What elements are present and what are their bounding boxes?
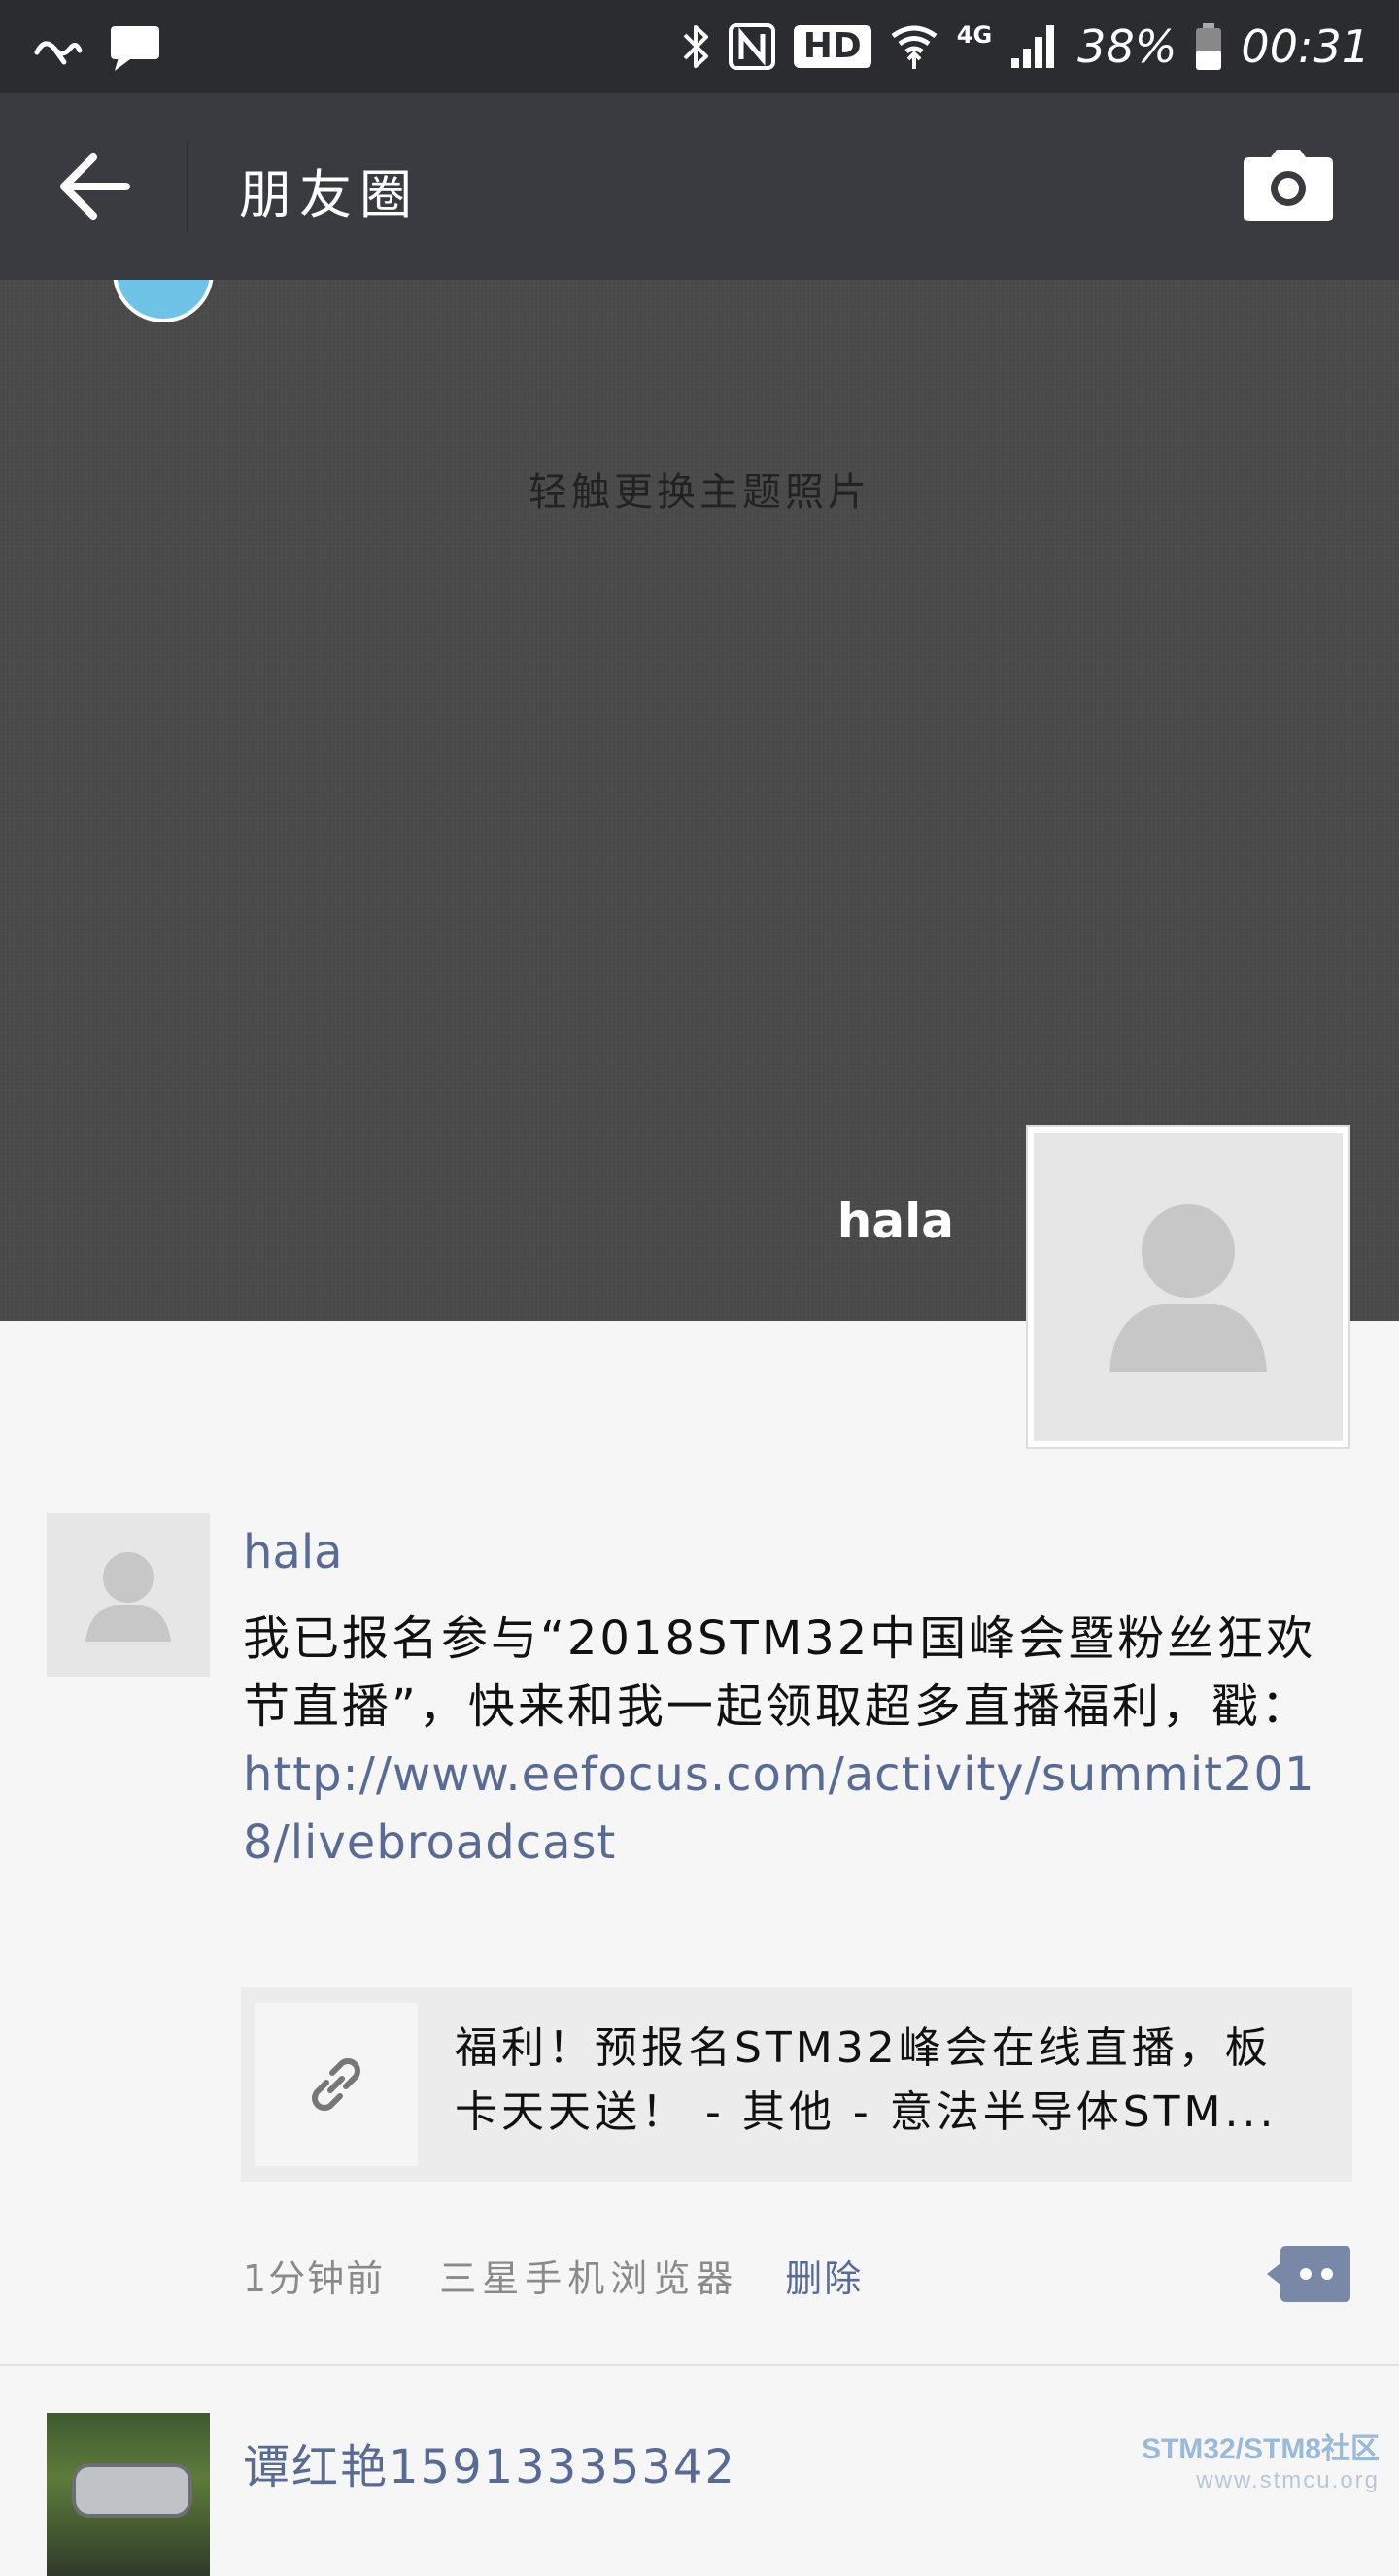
battery-percent: 38% [1077,20,1177,73]
delete-button[interactable]: 删除 [785,2249,863,2302]
post-meta: 1分钟前 三星手机浏览器 删除 [243,2246,863,2304]
link-card-title: 福利！预报名STM32峰会在线直播，板卡天天送！ - 其他 - 意法半导体STM… [455,2023,1278,2137]
infinity-link-icon [33,31,84,66]
back-button[interactable] [56,152,134,221]
wifi-icon [889,22,939,71]
message-icon [109,24,161,73]
post-text: 我已报名参与“2018STM32中国峰会暨粉丝狂欢节直播”，快来和我一起领取超多… [243,1611,1316,1734]
network-type: 4G [956,21,993,49]
default-avatar-icon [85,1552,171,1642]
default-avatar-icon [1034,1133,1343,1441]
shared-link-card[interactable]: 福利！预报名STM32峰会在线直播，板卡天天送！ - 其他 - 意法半导体STM… [241,1987,1352,2182]
post-content: 我已报名参与“2018STM32中国峰会暨粉丝狂欢节直播”，快来和我一起领取超多… [243,1605,1350,1877]
link-icon [312,2058,360,2111]
watermark-url: www.stmcu.org [1196,2467,1380,2493]
nfc-icon [728,22,776,71]
comment-button[interactable] [1265,2244,1352,2304]
post-author-avatar[interactable] [47,1513,210,1677]
avatar-photo [72,2463,192,2518]
clock: 00:31 [1241,20,1370,73]
post-separator [0,2364,1399,2366]
watermark: STM32/STM8社区 www.stmcu.org [1142,2424,1380,2494]
title-divider [187,140,188,233]
watermark-title: STM32/STM8社区 [1141,2433,1380,2465]
post-author-name[interactable]: hala [243,1525,343,1579]
next-post-avatar[interactable] [47,2413,210,2576]
profile-avatar[interactable] [1026,1125,1350,1449]
battery-icon [1194,21,1223,72]
hd-badge: HD [793,25,871,68]
comment-icon [1267,2246,1350,2302]
post-source[interactable]: 三星手机浏览器 [439,2249,738,2302]
signal-icon [1009,23,1060,70]
bluetooth-icon [681,21,710,72]
camera-button[interactable] [1242,148,1335,225]
page-title: 朋友圈 [239,164,420,225]
post-time: 1分钟前 [243,2256,386,2300]
link-thumbnail [255,2003,418,2166]
refresh-indicator-icon [113,280,214,322]
cover-hint: 轻触更换主题照片 [529,470,870,515]
status-bar: HD 4G 38% 00:31 [0,0,1399,93]
title-bar: 朋友圈 [0,93,1399,280]
cover-username: hala [836,1193,954,1249]
back-arrow-icon [60,153,130,220]
post-link[interactable]: http://www.eefocus.com/activity/summit20… [243,1747,1315,1870]
camera-icon [1244,150,1333,221]
